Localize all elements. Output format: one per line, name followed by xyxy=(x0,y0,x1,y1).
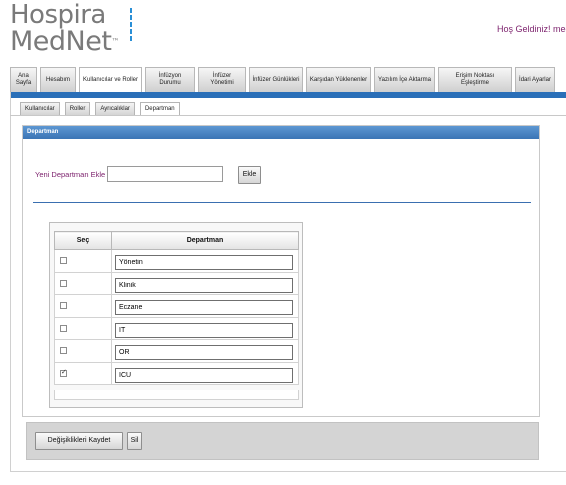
action-bar: Değişiklikleri Kaydet Sil xyxy=(26,422,539,460)
tab-ana-sayfa[interactable]: Ana Sayfa xyxy=(10,67,37,92)
department-name-input[interactable] xyxy=(115,367,293,383)
row-checkbox[interactable] xyxy=(60,302,67,310)
department-panel: Departman Yeni Departman Ekle Ekle Seç D… xyxy=(22,125,540,417)
welcome-text: Hoş Geldiniz! medn xyxy=(497,24,566,34)
tab-infuzyon-durumu[interactable]: İnfüzyon Durumu xyxy=(145,67,195,92)
tab-infuzer-gunlukleri[interactable]: İnfüzer Günlükleri xyxy=(249,67,303,92)
table-row xyxy=(54,316,299,340)
subtab-roller[interactable]: Roller xyxy=(64,102,91,115)
department-name-input[interactable] xyxy=(115,322,293,338)
department-cell xyxy=(111,249,299,273)
table-row xyxy=(54,294,299,318)
logo-mark-icon xyxy=(130,8,132,48)
table-row xyxy=(54,271,299,295)
department-table: Seç Departman xyxy=(54,231,299,385)
column-header-department: Departman xyxy=(111,231,299,250)
table-row xyxy=(54,249,299,273)
new-department-label: Yeni Departman Ekle xyxy=(35,170,106,179)
row-checkbox[interactable] xyxy=(60,368,67,377)
tab-erisim-noktasi-eslestirme[interactable]: Erişim Noktası Eşleştirme xyxy=(438,67,512,92)
tab-hesabim[interactable]: Hesabım xyxy=(40,67,76,92)
select-cell xyxy=(54,339,112,363)
logo-line-mednet: MedNet™ xyxy=(10,28,119,55)
panel-title: Departman xyxy=(23,126,539,139)
subtab-ayricaliklar[interactable]: Ayrıcalıklar xyxy=(95,102,135,115)
hospira-mednet-logo: Hospira MedNet™ xyxy=(10,0,132,55)
table-header-row: Seç Departman xyxy=(54,231,299,250)
select-cell xyxy=(54,249,112,273)
row-checkbox[interactable] xyxy=(60,324,67,332)
tab-yazilim-ice-aktarma[interactable]: Yazılım İçe Aktarma xyxy=(374,67,435,92)
delete-button[interactable]: Sil xyxy=(127,432,142,450)
table-row xyxy=(54,361,299,385)
row-checkbox[interactable] xyxy=(60,279,67,287)
column-header-select: Seç xyxy=(54,231,112,250)
department-name-input[interactable] xyxy=(115,345,293,361)
table-footer xyxy=(54,390,299,400)
department-table-container: Seç Departman xyxy=(49,222,303,408)
select-cell xyxy=(54,316,112,340)
row-checkbox[interactable] xyxy=(60,257,67,265)
new-department-input[interactable] xyxy=(107,166,223,182)
main-nav-tabs: Ana Sayfa Hesabım Kullanıcılar ve Roller… xyxy=(10,67,566,92)
sub-nav-tabs: Kullanıcılar Roller Ayrıcalıklar Departm… xyxy=(20,102,185,115)
tab-karsidan-yuklenenler[interactable]: Karşıdan Yüklenenler xyxy=(306,67,371,92)
logo-line-hospira: Hospira xyxy=(10,0,106,30)
save-changes-button[interactable]: Değişiklikleri Kaydet xyxy=(35,432,123,450)
select-cell xyxy=(54,294,112,318)
select-cell xyxy=(54,361,112,385)
department-name-input[interactable] xyxy=(115,300,293,316)
subtab-kullanicilar[interactable]: Kullanıcılar xyxy=(20,102,60,115)
department-name-input[interactable] xyxy=(115,255,293,271)
tab-kullanicilar-ve-roller[interactable]: Kullanıcılar ve Roller xyxy=(79,67,142,92)
department-cell xyxy=(111,339,299,363)
tab-infuzer-yonetimi[interactable]: İnfüzer Yönetimi xyxy=(198,67,246,92)
app-header: Hospira MedNet™ Hoş Geldiniz! medn xyxy=(0,0,566,62)
section-divider xyxy=(33,202,531,203)
logo-trademark: ™ xyxy=(111,37,119,46)
department-cell xyxy=(111,271,299,295)
department-cell xyxy=(111,294,299,318)
table-row xyxy=(54,339,299,363)
department-name-input[interactable] xyxy=(115,277,293,293)
row-checkbox[interactable] xyxy=(60,347,67,355)
logo-mednet-text: MedNet xyxy=(10,26,112,57)
add-department-button[interactable]: Ekle xyxy=(238,166,261,184)
subtab-departman[interactable]: Departman xyxy=(139,102,180,115)
department-cell xyxy=(111,316,299,340)
select-cell xyxy=(54,271,112,295)
department-cell xyxy=(111,361,299,385)
tab-idari-ayarlar[interactable]: İdari Ayarlar xyxy=(515,67,555,92)
subtab-underline xyxy=(10,115,566,116)
